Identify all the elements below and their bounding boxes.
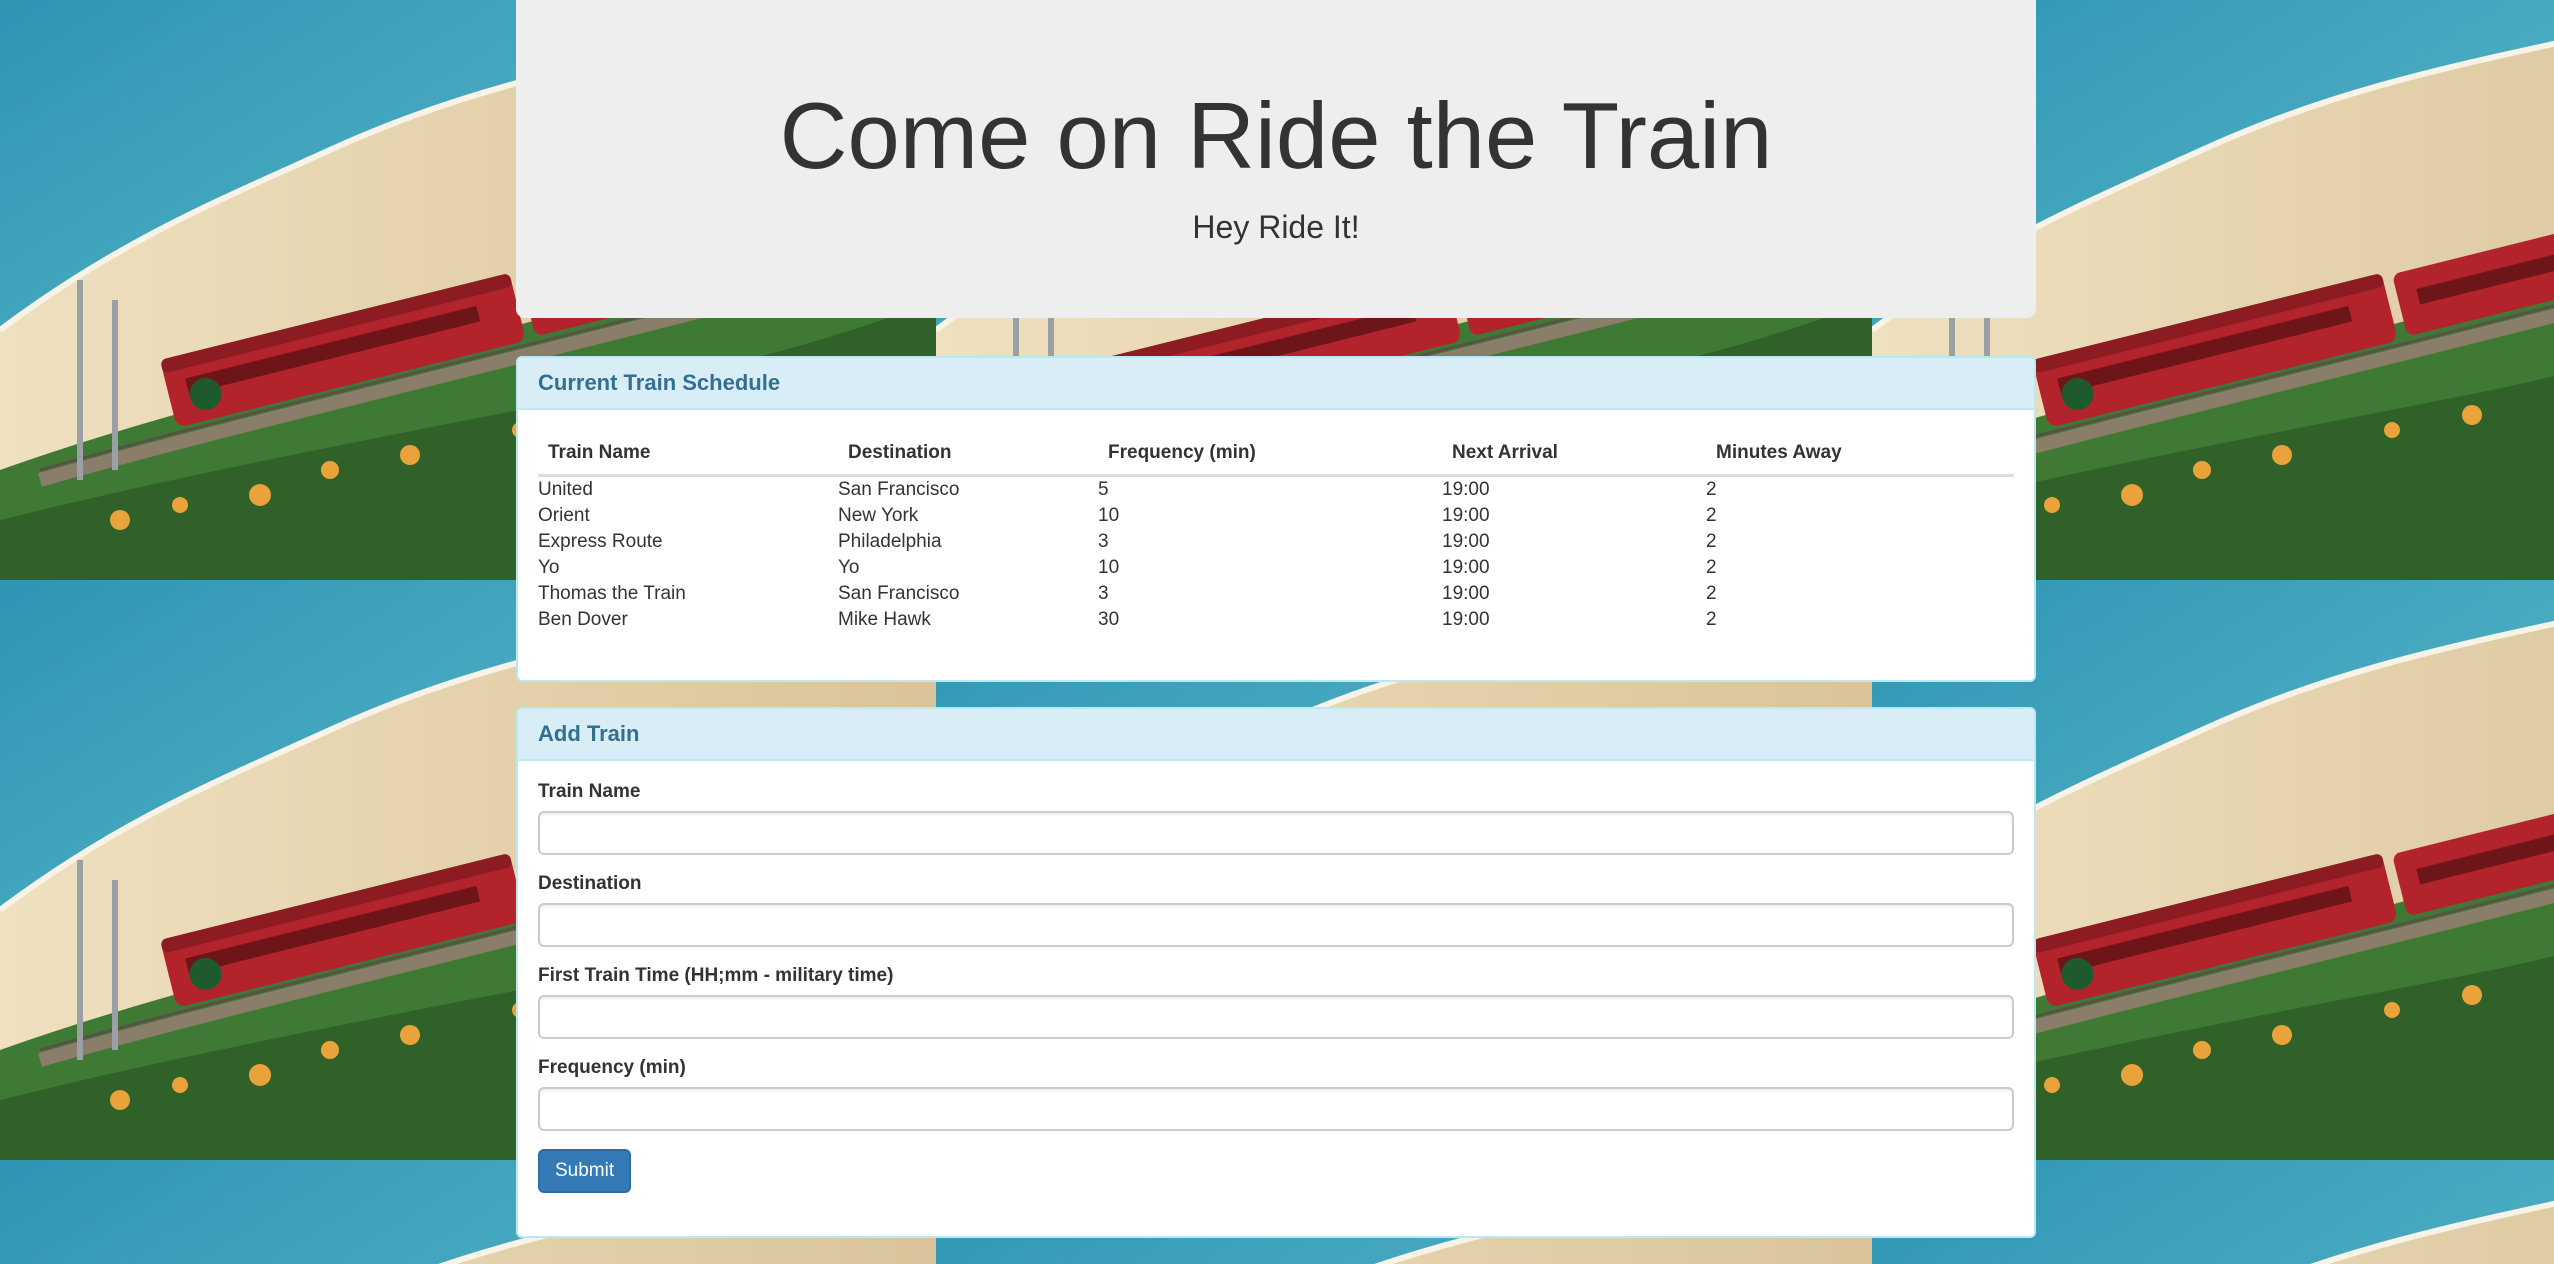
column-header-destination: Destination <box>838 430 1098 477</box>
minutes-away-cell: 2 <box>1706 557 1717 578</box>
destination-cell: New York <box>838 505 919 526</box>
schedule-panel-body: Train Name Destination Frequency (min) N… <box>518 410 2034 653</box>
form-group-destination: Destination <box>538 873 2014 947</box>
page-title: Come on Ride the Train <box>779 83 1773 188</box>
frequency-cell: 10 <box>1098 557 1120 578</box>
destination-label: Destination <box>538 873 642 894</box>
add-train-panel-title: Add Train <box>538 721 640 746</box>
schedule-panel-title: Current Train Schedule <box>538 370 781 395</box>
minutes-away-cell: 2 <box>1706 479 1717 500</box>
submit-button[interactable]: Submit <box>538 1149 632 1193</box>
destination-input[interactable] <box>538 903 2014 947</box>
train-name-input[interactable] <box>538 811 2014 855</box>
next-arrival-cell: 19:00 <box>1442 583 1490 604</box>
minutes-away-cell: 2 <box>1706 505 1717 526</box>
train-name-cell: Express Route <box>538 531 663 552</box>
column-header-frequency: Frequency (min) <box>1098 430 1442 477</box>
page-subtitle: Hey Ride It! <box>1192 209 1360 246</box>
minutes-away-cell: 2 <box>1706 583 1717 604</box>
train-name-cell: Ben Dover <box>538 609 628 630</box>
next-arrival-cell: 19:00 <box>1442 609 1490 630</box>
train-name-cell: Orient <box>538 505 590 526</box>
destination-cell: Yo <box>838 557 860 578</box>
train-name-cell: United <box>538 479 593 500</box>
add-train-form: Train Name Destination First Train Time … <box>518 761 2034 1213</box>
add-train-panel-heading: Add Train <box>518 709 2034 761</box>
destination-cell: San Francisco <box>838 479 960 500</box>
minutes-away-cell: 2 <box>1706 531 1717 552</box>
form-group-train-name: Train Name <box>538 781 2014 855</box>
frequency-cell: 3 <box>1098 583 1109 604</box>
column-header-next-arrival: Next Arrival <box>1442 430 1706 477</box>
column-header-minutes-away: Minutes Away <box>1706 430 2014 477</box>
jumbotron-header: Come on Ride the Train Hey Ride It! <box>516 0 2036 318</box>
form-group-first-train-time: First Train Time (HH;mm - military time) <box>538 965 2014 1039</box>
next-arrival-cell: 19:00 <box>1442 531 1490 552</box>
first-train-time-input[interactable] <box>538 995 2014 1039</box>
minutes-away-cell: 2 <box>1706 609 1717 630</box>
destination-cell: Mike Hawk <box>838 609 931 630</box>
train-name-cell: Thomas the Train <box>538 583 686 604</box>
table-row: United San Francisco 5 19:00 2 <box>538 476 2014 504</box>
frequency-cell: 3 <box>1098 531 1109 552</box>
main-container: Come on Ride the Train Hey Ride It! Curr… <box>516 0 2036 1238</box>
frequency-label: Frequency (min) <box>538 1057 686 1078</box>
frequency-cell: 5 <box>1098 479 1109 500</box>
schedule-table: Train Name Destination Frequency (min) N… <box>538 430 2014 633</box>
add-train-panel: Add Train Train Name Destination First T… <box>516 707 2036 1238</box>
next-arrival-cell: 19:00 <box>1442 557 1490 578</box>
next-arrival-cell: 19:00 <box>1442 505 1490 526</box>
column-header-train-name: Train Name <box>538 430 838 477</box>
table-header-row: Train Name Destination Frequency (min) N… <box>538 430 2014 477</box>
next-arrival-cell: 19:00 <box>1442 479 1490 500</box>
train-name-cell: Yo <box>538 557 560 578</box>
first-train-time-label: First Train Time (HH;mm - military time) <box>538 965 894 986</box>
schedule-panel: Current Train Schedule Train Name Destin… <box>516 356 2036 682</box>
table-row: Ben Dover Mike Hawk 30 19:00 2 <box>538 607 2014 633</box>
schedule-panel-heading: Current Train Schedule <box>518 358 2034 410</box>
table-row: Yo Yo 10 19:00 2 <box>538 555 2014 581</box>
destination-cell: Philadelphia <box>838 531 942 552</box>
table-row: Thomas the Train San Francisco 3 19:00 2 <box>538 581 2014 607</box>
frequency-cell: 10 <box>1098 505 1120 526</box>
destination-cell: San Francisco <box>838 583 960 604</box>
frequency-cell: 30 <box>1098 609 1120 630</box>
form-group-frequency: Frequency (min) <box>538 1057 2014 1131</box>
table-row: Orient New York 10 19:00 2 <box>538 503 2014 529</box>
table-row: Express Route Philadelphia 3 19:00 2 <box>538 529 2014 555</box>
frequency-input[interactable] <box>538 1087 2014 1131</box>
train-name-label: Train Name <box>538 781 641 802</box>
